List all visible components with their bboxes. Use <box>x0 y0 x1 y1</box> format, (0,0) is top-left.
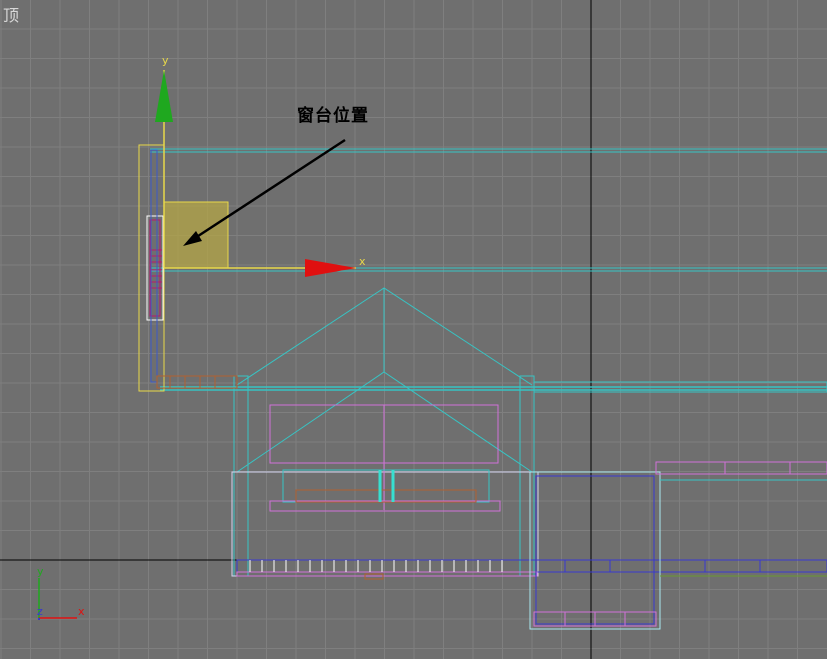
view-axis-z-label: z <box>37 605 43 618</box>
window-sill-object[interactable] <box>146 149 164 383</box>
top-viewport[interactable]: y x y z x 顶 窗台位置 <box>0 0 827 659</box>
viewport-label[interactable]: 顶 <box>3 2 19 26</box>
view-axis-y-label: y <box>37 565 44 578</box>
view-axis-tripod <box>38 578 77 620</box>
annotation-text: 窗台位置 <box>297 106 369 126</box>
house-wireframe[interactable] <box>156 287 539 577</box>
view-axis-x-label: x <box>78 605 85 618</box>
viewport-scene[interactable]: y x y z x <box>0 0 827 659</box>
annex-wireframe[interactable] <box>529 381 827 630</box>
gizmo-x-label: x <box>359 255 366 268</box>
gizmo-y-label: y <box>162 54 169 67</box>
